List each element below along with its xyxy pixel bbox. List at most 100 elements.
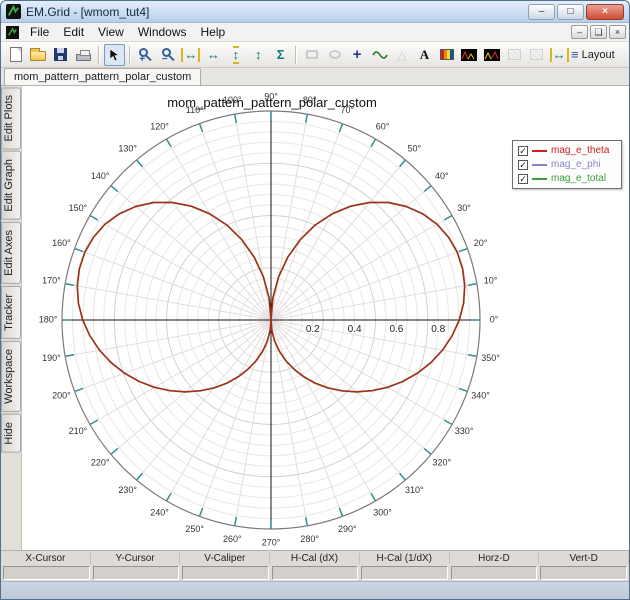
menu-file[interactable]: File — [23, 24, 56, 40]
fit-height-button[interactable]: ↕ — [225, 44, 246, 66]
menu-bar: File Edit View Windows Help – ❏ × — [1, 23, 629, 42]
span-horizontal-icon: ↔ — [549, 47, 569, 62]
svg-text:0.4: 0.4 — [348, 324, 362, 335]
status-value-row — [1, 565, 629, 581]
svg-text:300°: 300° — [373, 507, 392, 517]
minimize-icon: – — [538, 5, 545, 17]
colormap-button[interactable] — [436, 44, 457, 66]
svg-text:310°: 310° — [405, 485, 424, 495]
status-header-v-caliper: V-Caliper — [180, 552, 271, 564]
svg-text:160°: 160° — [52, 238, 71, 248]
svg-text:0.2: 0.2 — [306, 324, 320, 335]
waveform-icon — [371, 50, 388, 59]
child-minimize-button[interactable]: – — [571, 25, 588, 39]
expand-width-icon: ↔ — [206, 46, 220, 62]
zoom-out-button[interactable]: − — [158, 44, 179, 66]
waveform-button[interactable] — [369, 44, 390, 66]
toolbar-separator — [295, 45, 298, 64]
save-icon — [54, 48, 68, 61]
layout-label: Layout — [581, 48, 615, 61]
svg-text:250°: 250° — [185, 524, 204, 534]
legend-checkbox-total[interactable]: ✓ — [518, 173, 528, 184]
grid-option-button-1[interactable] — [504, 44, 525, 66]
svg-text:230°: 230° — [118, 485, 137, 495]
side-tab-edit-plots[interactable]: Edit Plots — [1, 87, 21, 150]
window-bottom-strip — [1, 581, 629, 599]
spectrum-yellow-button[interactable] — [481, 44, 502, 66]
rect-select-button[interactable] — [301, 44, 322, 66]
svg-text:120°: 120° — [150, 121, 169, 131]
fit-width-icon: ↔ — [181, 47, 201, 62]
grid-option-icon-1 — [507, 49, 521, 60]
plus-glyph: + — [139, 53, 146, 65]
open-button[interactable] — [27, 44, 48, 66]
close-button[interactable]: × — [586, 3, 624, 20]
print-button[interactable] — [72, 44, 93, 66]
zoom-in-button[interactable]: + — [135, 44, 156, 66]
new-document-button[interactable] — [5, 44, 26, 66]
status-value-x-cursor — [3, 566, 90, 580]
status-header-h-cal-1dx: H-Cal (1/dX) — [360, 552, 450, 564]
maximize-icon: □ — [567, 5, 574, 17]
colormap-icon — [439, 49, 454, 60]
select-cursor-icon — [109, 47, 120, 61]
svg-text:270°: 270° — [262, 537, 281, 547]
child-restore-button[interactable]: ❏ — [590, 25, 607, 39]
svg-text:170°: 170° — [42, 276, 61, 286]
legend-checkbox-theta[interactable]: ✓ — [518, 145, 528, 156]
child-close-button[interactable]: × — [609, 25, 626, 39]
status-header-y-cursor: Y-Cursor — [91, 552, 181, 564]
side-tab-hide[interactable]: Hide — [1, 413, 21, 453]
side-tab-tracker[interactable]: Tracker — [1, 285, 21, 339]
svg-text:220°: 220° — [91, 458, 110, 468]
expand-height-icon: ↕ — [255, 46, 262, 62]
ellipse-select-button[interactable] — [324, 44, 345, 66]
text-annotation-button[interactable]: A — [414, 44, 435, 66]
legend-label-theta: mag_e_theta — [551, 145, 610, 156]
status-value-h-cal-dx — [271, 566, 359, 580]
expand-width-button[interactable]: ↔ — [203, 44, 224, 66]
plot-panel: mom_pattern_pattern_polar_custom 0° 10° 20… — [22, 86, 629, 550]
select-cursor-button[interactable] — [103, 43, 126, 66]
layout-control[interactable]: ≡ Layout — [571, 48, 625, 62]
tab-mom-pattern[interactable]: mom_pattern_pattern_polar_custom — [4, 68, 202, 85]
spectrum-red-button[interactable] — [459, 44, 480, 66]
menu-edit[interactable]: Edit — [56, 24, 91, 40]
maximize-button[interactable]: □ — [557, 3, 584, 20]
fit-width-button[interactable]: ↔ — [180, 44, 201, 66]
toolbar: + − ↔ ↔ ↕ ↕ Σ + △ A ↔ ≡ Layout — [1, 42, 629, 68]
span-horizontal-button[interactable]: ↔ — [548, 44, 569, 66]
layout-icon: ≡ — [571, 47, 579, 62]
menu-help[interactable]: Help — [194, 24, 233, 40]
legend-label-phi: mag_e_phi — [551, 159, 601, 170]
menu-view[interactable]: View — [91, 24, 131, 40]
title-bar[interactable]: EM.Grid - [wmom_tut4] – □ × — [1, 1, 629, 23]
svg-text:140°: 140° — [91, 171, 110, 181]
expand-height-button[interactable]: ↕ — [248, 44, 269, 66]
legend-checkbox-phi[interactable]: ✓ — [518, 159, 528, 170]
plot-title: mom_pattern_pattern_polar_custom — [167, 95, 377, 110]
side-tab-edit-graph[interactable]: Edit Graph — [1, 151, 21, 221]
menu-windows[interactable]: Windows — [131, 24, 194, 40]
add-marker-button[interactable]: + — [346, 44, 367, 66]
child-minimize-icon: – — [576, 27, 582, 37]
legend-row-total: ✓ mag_e_total — [518, 173, 616, 184]
svg-text:10°: 10° — [484, 276, 498, 286]
svg-text:320°: 320° — [433, 458, 452, 468]
fit-height-icon: ↕ — [232, 45, 240, 64]
minimize-button[interactable]: – — [528, 3, 555, 20]
status-value-vert-d — [540, 566, 628, 580]
legend-row-phi: ✓ mag_e_phi — [518, 159, 616, 170]
status-header-vert-d: Vert-D — [539, 552, 629, 564]
triangle-marker-button[interactable]: △ — [391, 44, 412, 66]
grid-option-button-2[interactable] — [526, 44, 547, 66]
status-value-horz-d — [450, 566, 538, 580]
side-tab-edit-axes[interactable]: Edit Axes — [1, 222, 21, 284]
svg-text:290°: 290° — [338, 524, 357, 534]
side-tab-workspace[interactable]: Workspace — [1, 340, 21, 412]
save-button[interactable] — [50, 44, 71, 66]
svg-text:50°: 50° — [408, 144, 422, 154]
child-restore-icon: ❏ — [594, 27, 603, 37]
autoscale-button[interactable]: Σ — [270, 44, 291, 66]
svg-text:0°: 0° — [490, 314, 499, 324]
